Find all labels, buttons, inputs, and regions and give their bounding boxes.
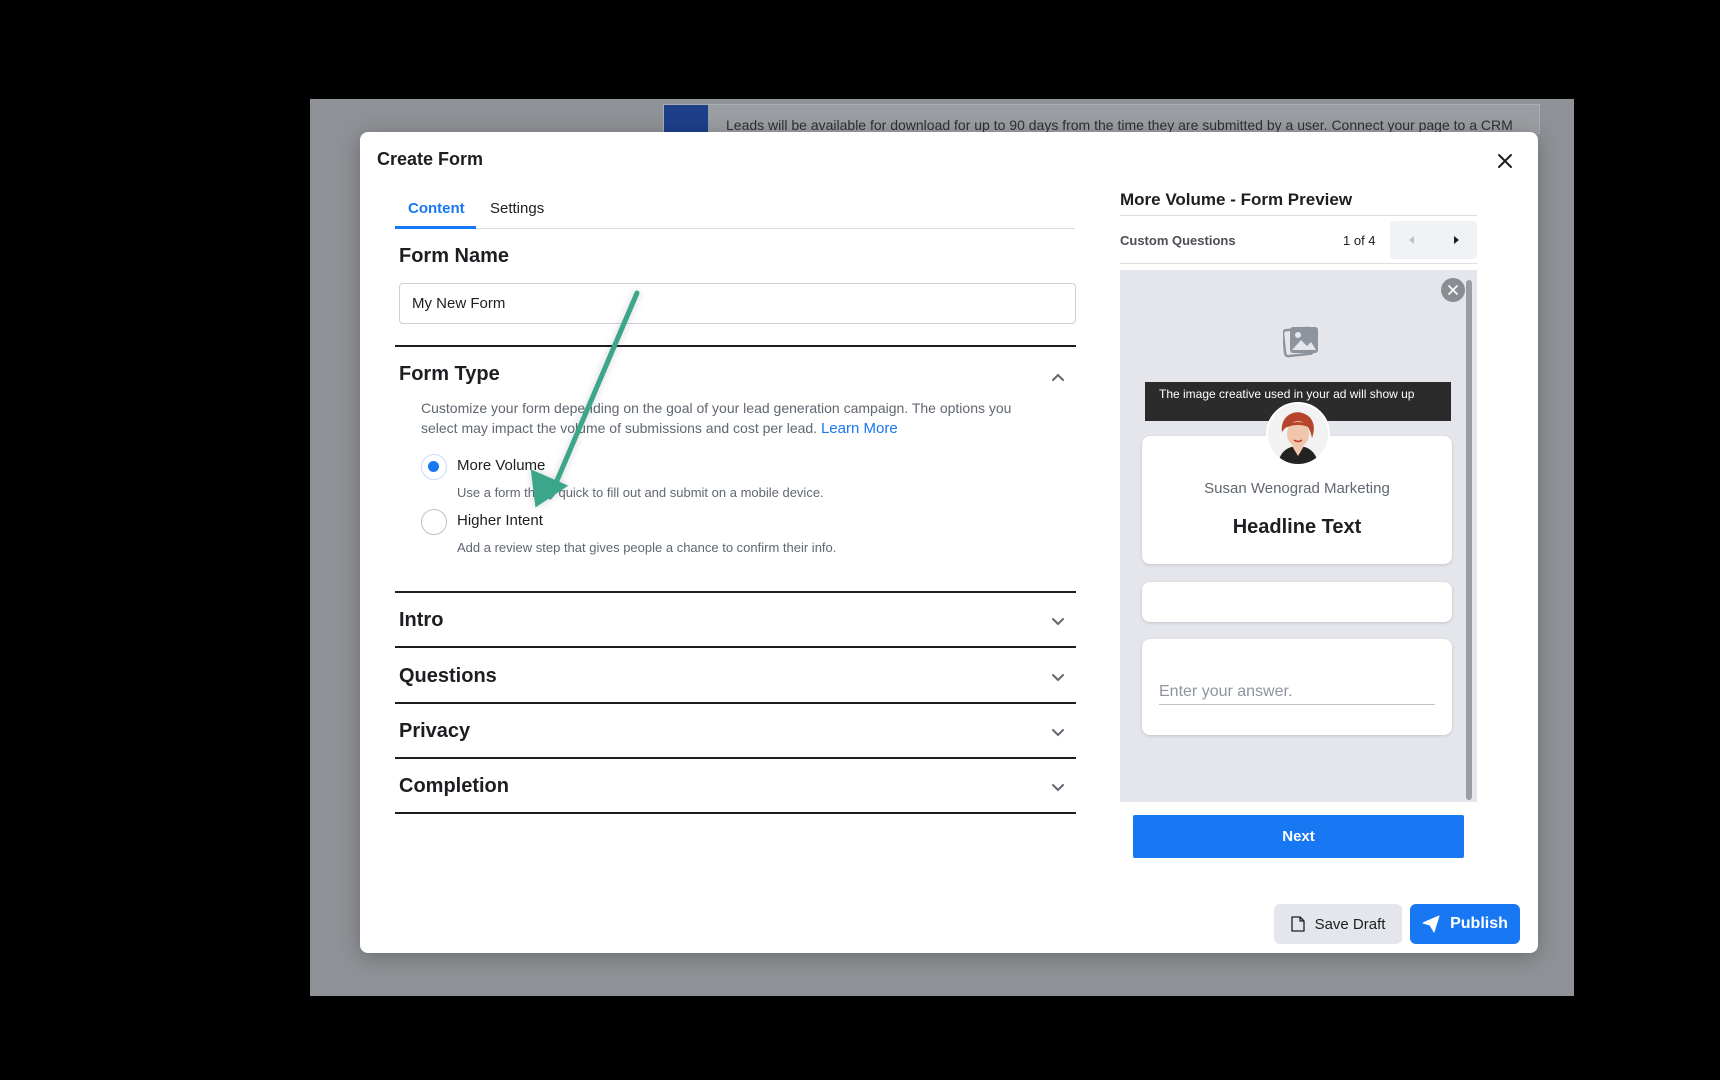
section-questions[interactable]: Questions bbox=[399, 665, 497, 688]
radio-sub-more-volume: Use a form that's quick to fill out and … bbox=[457, 485, 824, 500]
headline-text: Headline Text bbox=[1232, 516, 1362, 538]
radio-sub-higher-intent: Add a review step that gives people a ch… bbox=[457, 540, 837, 555]
close-icon bbox=[1498, 154, 1512, 168]
screen: Leads will be available for download for… bbox=[0, 0, 1720, 1080]
tab-bar: Content Settings bbox=[395, 192, 1075, 229]
publish-button[interactable]: Publish bbox=[1410, 904, 1520, 944]
preview-page-indicator: 1 of 4 bbox=[1343, 233, 1376, 248]
learn-more-link[interactable]: Learn More bbox=[821, 420, 898, 437]
publish-label: Publish bbox=[1450, 915, 1508, 932]
close-icon bbox=[1448, 285, 1458, 295]
section-divider bbox=[395, 812, 1076, 814]
background-info-banner: Leads will be available for download for… bbox=[663, 104, 1540, 135]
form-type-description: Customize your form depending on the goa… bbox=[421, 398, 1021, 439]
section-divider bbox=[395, 757, 1076, 759]
tab-settings[interactable]: Settings bbox=[490, 200, 544, 217]
preview-subtitle: Custom Questions bbox=[1120, 233, 1236, 248]
next-page-button[interactable] bbox=[1434, 221, 1477, 259]
previous-page-button[interactable] bbox=[1390, 221, 1433, 259]
section-divider bbox=[395, 646, 1076, 648]
radio-label-higher-intent: Higher Intent bbox=[457, 512, 543, 529]
section-divider bbox=[395, 702, 1076, 704]
tab-content[interactable]: Content bbox=[408, 200, 465, 217]
answer-input[interactable] bbox=[1159, 679, 1435, 705]
radio-higher-intent[interactable] bbox=[421, 509, 447, 535]
question-card bbox=[1142, 639, 1452, 735]
send-icon bbox=[1422, 915, 1440, 933]
form-type-heading: Form Type bbox=[399, 363, 500, 385]
active-tab-indicator bbox=[395, 226, 476, 229]
caret-left-icon bbox=[1408, 236, 1414, 244]
preview-close-button[interactable] bbox=[1441, 278, 1465, 302]
profile-photo bbox=[1268, 404, 1328, 464]
preview-pager bbox=[1390, 221, 1477, 259]
save-draft-label: Save Draft bbox=[1314, 915, 1386, 933]
form-preview-phone: The image creative used in your ad will … bbox=[1120, 270, 1477, 802]
section-divider bbox=[395, 345, 1076, 347]
form-type-description-text: Customize your form depending on the goa… bbox=[421, 400, 1012, 436]
chevron-up-icon[interactable] bbox=[1050, 370, 1066, 386]
chevron-down-icon[interactable] bbox=[1050, 669, 1066, 685]
save-draft-button[interactable]: Save Draft bbox=[1274, 904, 1402, 944]
next-button[interactable]: Next bbox=[1133, 815, 1464, 858]
banner-text: Leads will be available for download for… bbox=[726, 117, 1513, 133]
radio-label-more-volume: More Volume bbox=[457, 457, 546, 474]
company-name: Susan Wenograd Marketing bbox=[1204, 480, 1390, 497]
close-button[interactable] bbox=[1490, 146, 1520, 176]
dialog-title: Create Form bbox=[377, 149, 484, 169]
create-form-dialog: Create Form Content Settings Form Name F… bbox=[360, 132, 1538, 953]
chevron-down-icon[interactable] bbox=[1050, 613, 1066, 629]
preview-divider bbox=[1120, 215, 1477, 216]
document-icon bbox=[1290, 916, 1305, 932]
form-name-input[interactable] bbox=[399, 283, 1076, 324]
question-card-blank bbox=[1142, 582, 1452, 622]
section-privacy[interactable]: Privacy bbox=[399, 720, 470, 743]
chevron-down-icon[interactable] bbox=[1050, 724, 1066, 740]
preview-title: More Volume - Form Preview bbox=[1120, 190, 1353, 209]
radio-more-volume[interactable] bbox=[421, 454, 447, 480]
chevron-down-icon[interactable] bbox=[1050, 779, 1066, 795]
preview-scrollbar[interactable] bbox=[1466, 280, 1472, 800]
form-name-heading: Form Name bbox=[399, 245, 510, 267]
section-completion[interactable]: Completion bbox=[399, 775, 509, 798]
avatar bbox=[1266, 402, 1330, 466]
section-divider bbox=[395, 591, 1076, 593]
preview-divider bbox=[1120, 263, 1477, 264]
image-icon bbox=[1283, 326, 1318, 358]
section-intro[interactable]: Intro bbox=[399, 609, 443, 632]
caret-right-icon bbox=[1453, 236, 1459, 244]
banner-icon-block bbox=[664, 105, 708, 135]
